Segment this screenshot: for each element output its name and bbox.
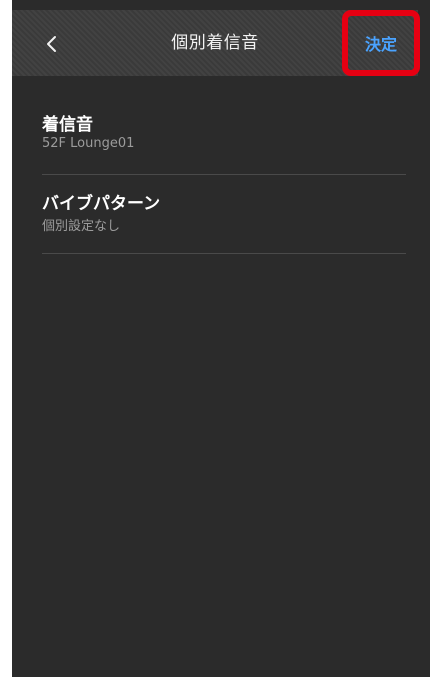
vibration-pattern-label: バイブパターン	[42, 194, 161, 214]
top-app-bar: 個別着信音 決定	[12, 10, 420, 76]
back-button[interactable]	[40, 32, 64, 56]
vibration-pattern-row[interactable]: バイブパターン 個別設定なし	[42, 175, 406, 254]
vibration-pattern-value: 個別設定なし	[42, 219, 121, 234]
settings-list: 着信音 52F Lounge01 バイブパターン 個別設定なし	[12, 76, 418, 254]
chevron-left-icon	[47, 36, 56, 52]
confirm-button[interactable]: 決定	[365, 31, 397, 55]
ringtone-setting-row[interactable]: 着信音 52F Lounge01	[42, 76, 406, 175]
ringtone-value: 52F Lounge01	[42, 136, 135, 151]
confirm-highlight-box: 決定	[342, 10, 420, 76]
phone-screen: 個別着信音 決定 着信音 52F Lounge01 バイブパターン 個別設定なし	[12, 0, 430, 677]
ringtone-label: 着信音	[42, 115, 93, 135]
